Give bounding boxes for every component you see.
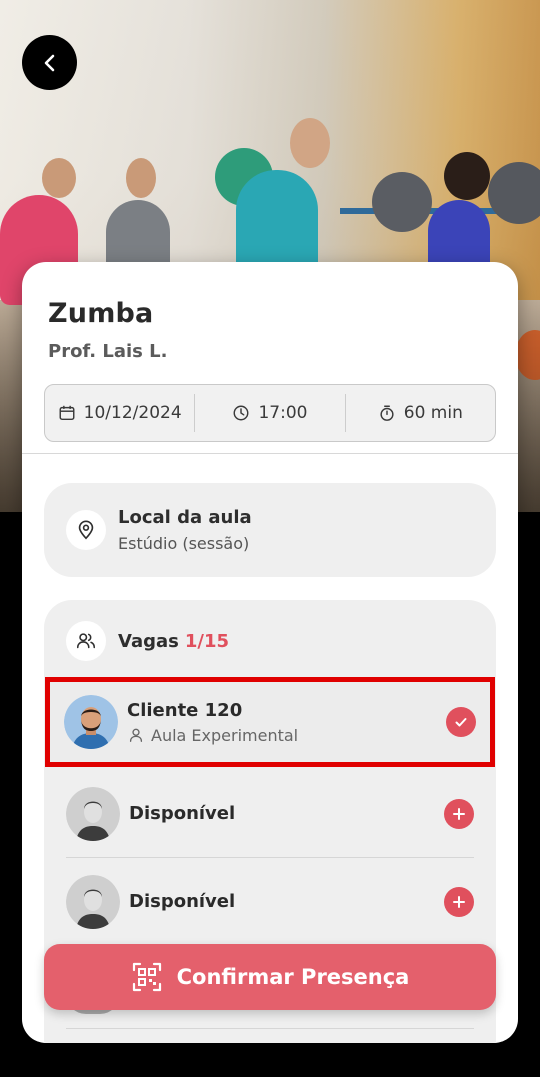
location-value: Estúdio (sessão) xyxy=(118,534,250,553)
class-title: Zumba xyxy=(48,298,154,329)
time-cell: 17:00 xyxy=(194,394,344,432)
gym-ball xyxy=(372,172,432,232)
slot-item-available[interactable]: Disponível xyxy=(66,858,474,946)
class-info-bar: 10/12/2024 17:00 60 min xyxy=(44,384,496,442)
chevron-left-icon xyxy=(44,54,54,71)
add-slot-button[interactable] xyxy=(444,886,474,917)
location-title: Local da aula xyxy=(118,507,252,528)
user-icon xyxy=(129,728,143,742)
date-cell: 10/12/2024 xyxy=(45,394,194,432)
duration-cell: 60 min xyxy=(344,394,495,432)
class-time: 17:00 xyxy=(258,403,308,423)
dancer-head xyxy=(290,118,330,168)
add-slot-button[interactable] xyxy=(444,798,474,829)
slot-item-client[interactable]: Cliente 120 Aula Experimental xyxy=(45,677,495,767)
divider xyxy=(66,1028,474,1029)
stopwatch-icon xyxy=(380,405,394,421)
slots-count: 1/15 xyxy=(184,630,229,652)
class-date: 10/12/2024 xyxy=(83,403,182,423)
dancer-head xyxy=(126,158,156,198)
dancer-head xyxy=(42,158,76,198)
slot-subtitle-text: Aula Experimental xyxy=(151,725,299,745)
location-icon-wrap xyxy=(66,510,106,550)
slots-label: Vagas xyxy=(118,630,179,652)
slot-subtitle: Aula Experimental xyxy=(127,726,298,745)
location-box: Local da aula Estúdio (sessão) xyxy=(44,483,496,577)
back-button[interactable] xyxy=(22,35,77,90)
calendar-icon xyxy=(59,405,75,421)
plus-icon xyxy=(453,895,465,908)
slots-header: Vagas 1/15 xyxy=(66,600,474,682)
avatar xyxy=(64,695,118,749)
slot-text: Cliente 120 Aula Experimental xyxy=(118,700,298,745)
class-duration: 60 min xyxy=(403,403,463,423)
check-icon xyxy=(455,718,467,727)
avatar-placeholder xyxy=(66,786,120,841)
class-detail-card: Zumba Prof. Lais L. 10/12/2024 17:00 60 … xyxy=(22,262,518,1043)
slot-name: Cliente 120 xyxy=(127,699,243,721)
teacher-name: Prof. Lais L. xyxy=(48,341,168,362)
users-icon xyxy=(76,633,96,649)
users-icon-wrap xyxy=(66,621,106,661)
slot-name: Disponível xyxy=(129,803,236,824)
confirm-attendance-button[interactable]: Confirmar Presença xyxy=(44,944,496,1010)
slot-name: Disponível xyxy=(129,891,236,912)
qr-code-icon xyxy=(132,962,161,992)
map-pin-icon xyxy=(78,520,94,540)
location-text: Local da aula Estúdio (sessão) xyxy=(118,507,252,553)
plus-icon xyxy=(453,807,465,820)
slot-item-available[interactable]: Disponível xyxy=(66,770,474,858)
clock-icon xyxy=(234,405,249,421)
confirmed-check-button[interactable] xyxy=(446,707,476,737)
confirm-attendance-label: Confirmar Presença xyxy=(176,965,410,989)
avatar-placeholder xyxy=(66,874,120,929)
dancer-head xyxy=(444,152,490,200)
